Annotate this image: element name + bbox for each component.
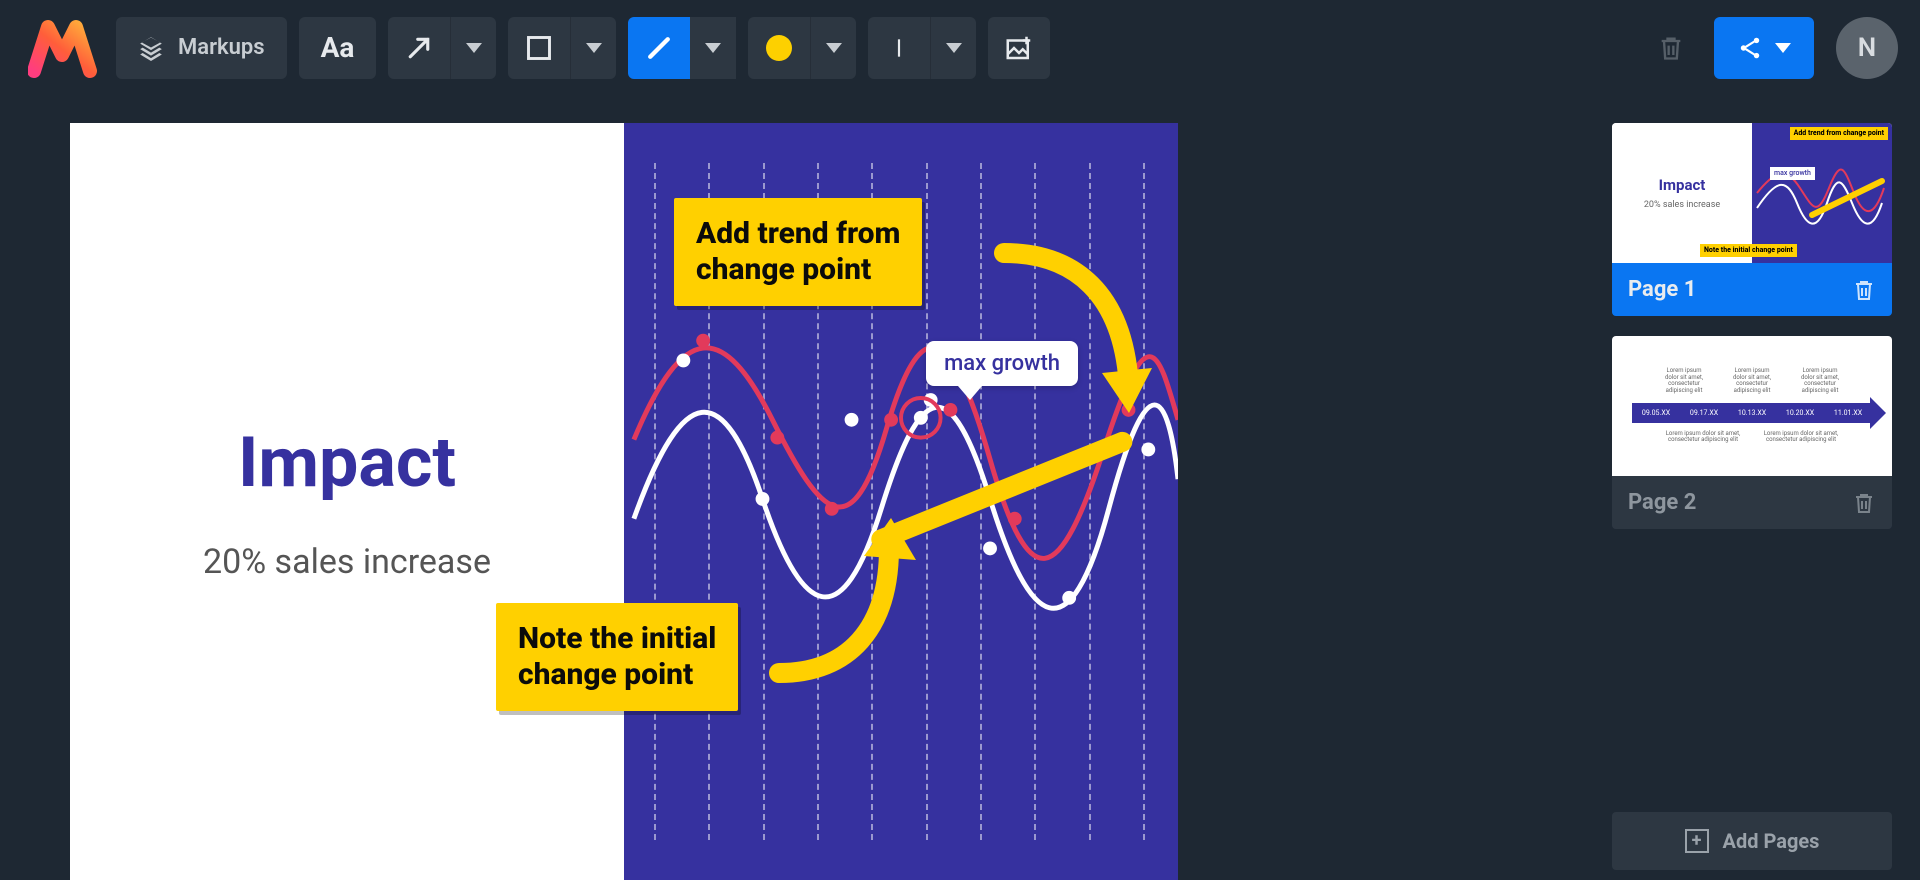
timeline-date: 10.13.XX [1728, 409, 1776, 417]
annotation-arrow-top[interactable] [994, 243, 1154, 428]
slide-subtitle: 20% sales increase [203, 542, 491, 582]
toolbar: Markups Aa [0, 0, 1920, 95]
thumb-chart-icon [1752, 123, 1892, 263]
canvas[interactable]: Impact 20% sales increase [70, 123, 1584, 880]
page-label: Page 1 [1628, 277, 1696, 302]
arrow-tool-main[interactable] [388, 17, 450, 79]
slide-page-1[interactable]: Impact 20% sales increase [70, 123, 1178, 880]
line-weight-icon [886, 35, 912, 61]
delete-tool[interactable] [1640, 17, 1702, 79]
markups-toggle[interactable]: Markups [116, 17, 287, 79]
avatar-initial: N [1858, 33, 1876, 63]
slide-chart-panel: max growth Add trend from change point [624, 123, 1178, 880]
lorem-text: Lorem ipsum dolor sit amet, consectetur … [1659, 368, 1709, 394]
timeline-arrow: 09.05.XX 09.17.XX 10.13.XX 10.20.XX 11.0… [1632, 403, 1872, 423]
rectangle-icon [525, 34, 553, 62]
page-thumb-1-footer: Page 1 [1612, 263, 1892, 316]
trash-icon [1657, 34, 1685, 62]
arrow-icon [404, 33, 434, 63]
text-icon: Aa [321, 31, 355, 64]
pen-tool-main[interactable] [628, 17, 690, 79]
delete-page-2[interactable] [1852, 491, 1876, 515]
lorem-text: Lorem ipsum dolor sit amet, consectetur … [1727, 368, 1777, 394]
add-pages-button[interactable]: + Add Pages [1612, 812, 1892, 870]
pen-tool-dropdown[interactable] [690, 17, 736, 79]
page-thumb-2[interactable]: Lorem ipsum dolor sit amet, consectetur … [1612, 336, 1892, 529]
line-weight-tool[interactable] [868, 17, 976, 79]
annotation-top[interactable]: Add trend from change point [674, 198, 922, 306]
slide-left-panel: Impact 20% sales increase [70, 123, 624, 880]
share-icon [1737, 35, 1763, 61]
chevron-down-icon [826, 43, 842, 53]
thumb-callout: max growth [1770, 167, 1815, 180]
chevron-down-icon [705, 43, 721, 53]
color-picker-main[interactable] [748, 17, 810, 79]
annotation-bottom[interactable]: Note the initial change point [496, 603, 738, 711]
slide-title: Impact [238, 422, 456, 504]
pages-panel: Impact 20% sales increase Add trend from… [1612, 123, 1892, 880]
annotation-arrow-bottom[interactable] [769, 518, 919, 688]
timeline-date: 11.01.XX [1824, 409, 1872, 417]
pen-tool[interactable] [628, 17, 736, 79]
page-thumb-1-preview: Impact 20% sales increase Add trend from… [1612, 123, 1892, 263]
timeline-date: 10.20.XX [1776, 409, 1824, 417]
markups-label: Markups [178, 35, 265, 60]
line-weight-dropdown[interactable] [930, 17, 976, 79]
workspace: Impact 20% sales increase [0, 95, 1920, 880]
lorem-text: Lorem ipsum dolor sit amet, consectetur … [1761, 431, 1841, 444]
lorem-text: Lorem ipsum dolor sit amet, consectetur … [1663, 431, 1743, 444]
page-thumb-1[interactable]: Impact 20% sales increase Add trend from… [1612, 123, 1892, 316]
add-pages-label: Add Pages [1723, 829, 1820, 853]
timeline-date: 09.05.XX [1632, 409, 1680, 417]
arrow-tool[interactable] [388, 17, 496, 79]
chevron-down-icon [1775, 43, 1791, 53]
arrow-tool-dropdown[interactable] [450, 17, 496, 79]
shape-tool-dropdown[interactable] [570, 17, 616, 79]
timeline-date: 09.17.XX [1680, 409, 1728, 417]
page-thumb-2-preview: Lorem ipsum dolor sit amet, consectetur … [1612, 336, 1892, 476]
user-avatar[interactable]: N [1836, 17, 1898, 79]
app-logo[interactable] [22, 7, 104, 89]
shape-tool[interactable] [508, 17, 616, 79]
layers-icon [138, 35, 164, 61]
line-weight-main[interactable] [868, 17, 930, 79]
add-image-icon [1004, 33, 1034, 63]
chevron-down-icon [466, 43, 482, 53]
annotation-text: Note the initial [518, 621, 716, 656]
add-image-tool[interactable] [988, 17, 1050, 79]
color-swatch-icon [766, 35, 792, 61]
color-picker-dropdown[interactable] [810, 17, 856, 79]
chevron-down-icon [946, 43, 962, 53]
page-thumb-2-footer: Page 2 [1612, 476, 1892, 529]
thumb-sticky: Add trend from change point [1790, 127, 1888, 140]
delete-page-1[interactable] [1852, 278, 1876, 302]
annotation-text: change point [696, 252, 871, 287]
color-picker[interactable] [748, 17, 856, 79]
shape-tool-main[interactable] [508, 17, 570, 79]
lorem-text: Lorem ipsum dolor sit amet, consectetur … [1795, 368, 1845, 394]
thumb-sticky: Note the initial change point [1700, 244, 1797, 257]
text-tool[interactable]: Aa [299, 17, 377, 79]
pen-icon [644, 33, 674, 63]
annotation-text: Add trend from [696, 216, 900, 251]
thumb-subtitle: 20% sales increase [1644, 200, 1720, 210]
share-button[interactable] [1714, 17, 1814, 79]
chevron-down-icon [586, 43, 602, 53]
annotation-text: change point [518, 657, 693, 692]
plus-icon: + [1685, 829, 1709, 853]
thumb-title: Impact [1659, 176, 1706, 194]
page-label: Page 2 [1628, 490, 1696, 515]
